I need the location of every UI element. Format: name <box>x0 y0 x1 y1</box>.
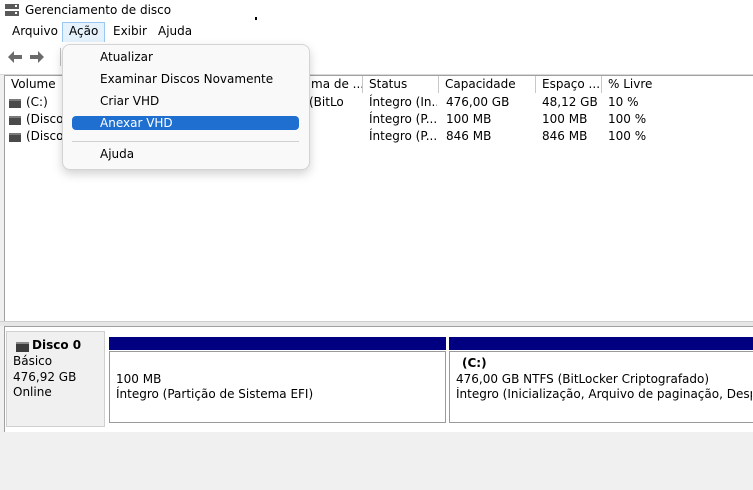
menu-exibir[interactable]: Exibir <box>107 22 153 41</box>
partition-size: 100 MB <box>116 372 162 386</box>
col-espaco[interactable]: Espaço ... <box>536 76 602 93</box>
volume-capacity: 846 MB <box>446 129 492 143</box>
volume-icon <box>9 99 21 108</box>
back-arrow-icon[interactable] <box>6 49 24 65</box>
volume-name: (C:) <box>26 95 48 109</box>
volume-icon <box>9 133 21 142</box>
disk-type: Básico <box>13 354 53 368</box>
col-capacidade[interactable]: Capacidade <box>439 76 536 93</box>
volume-fs: (BitLo <box>309 95 344 109</box>
hard-disk-icon <box>16 342 29 352</box>
volume-pct: 100 % <box>608 112 647 126</box>
volume-free: 48,12 GB <box>542 95 598 109</box>
volume-capacity: 100 MB <box>446 112 492 126</box>
volume-pct: 10 % <box>608 95 639 109</box>
menu-item-ajuda[interactable]: Ajuda <box>100 147 134 161</box>
forward-arrow-icon[interactable] <box>28 49 46 65</box>
volume-status: Íntegro (P... <box>369 112 437 126</box>
disk-size: 476,92 GB <box>13 370 77 384</box>
disk-name: Disco 0 <box>32 338 82 352</box>
volume-status: Íntegro (In... <box>369 95 437 109</box>
menu-arquivo[interactable]: Arquivo <box>6 22 64 41</box>
partition-bar <box>449 337 753 350</box>
volume-free: 846 MB <box>542 129 588 143</box>
volume-pct: 100 % <box>608 129 647 143</box>
disk-management-icon <box>5 4 19 16</box>
volume-free: 100 MB <box>542 112 588 126</box>
col-livre[interactable]: % Livre <box>602 76 753 93</box>
partition-desc: Íntegro (Inicialização, Arquivo de pagin… <box>456 387 752 401</box>
partition-bar <box>109 337 446 350</box>
lower-empty-area <box>0 432 753 490</box>
partition-size: 476,00 GB NTFS (BitLocker Criptografado) <box>456 372 710 386</box>
col-sistema[interactable]: ma de ... <box>305 76 363 93</box>
menu-item-examinar[interactable]: Examinar Discos Novamente <box>100 72 273 86</box>
menu-item-anexar-vhd[interactable]: Anexar VHD <box>100 116 173 130</box>
volume-status: Íntegro (P... <box>369 129 437 143</box>
partition-desc: Íntegro (Partição de Sistema EFI) <box>116 387 314 401</box>
disk-state: Online <box>13 385 52 399</box>
partition-title: (C:) <box>462 356 487 370</box>
menu-item-atualizar[interactable]: Atualizar <box>100 50 153 64</box>
toolbar-separator <box>60 48 61 66</box>
menu-item-criar-vhd[interactable]: Criar VHD <box>100 94 159 108</box>
menu-ajuda[interactable]: Ajuda <box>152 22 198 41</box>
menu-separator <box>72 141 299 142</box>
volume-icon <box>9 116 21 125</box>
volume-capacity: 476,00 GB <box>446 95 510 109</box>
col-status[interactable]: Status <box>363 76 439 93</box>
menu-acao[interactable]: Ação <box>62 22 106 43</box>
window-title: Gerenciamento de disco <box>25 3 172 17</box>
